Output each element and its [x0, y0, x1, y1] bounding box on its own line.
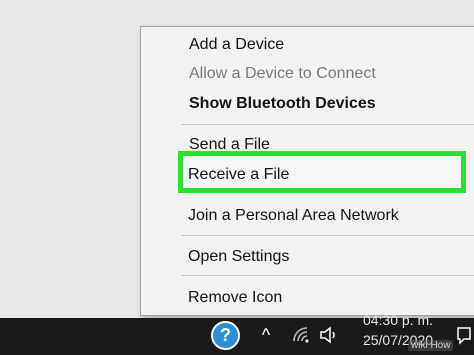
menu-item-join-personal-area-network[interactable]: Join a Personal Area Network: [188, 206, 399, 226]
clock-time: 04:30 p. m.: [362, 312, 434, 328]
menu-item-show-bluetooth-devices[interactable]: Show Bluetooth Devices: [189, 94, 376, 114]
taskbar: ? ^ 04:30 p. m. 25/07/2020: [0, 312, 474, 355]
menu-separator: [181, 235, 474, 236]
notification-icon[interactable]: [456, 324, 472, 346]
receive-file-highlight[interactable]: Receive a File: [178, 151, 466, 193]
speaker-icon[interactable]: [318, 322, 340, 348]
menu-item-allow-device-to-connect: Allow a Device to Connect: [189, 65, 376, 82]
menu-item-open-settings[interactable]: Open Settings: [188, 247, 289, 267]
wifi-icon[interactable]: [292, 326, 310, 344]
menu-item-add-device[interactable]: Add a Device: [189, 35, 284, 55]
menu-item-receive-file[interactable]: Receive a File: [188, 165, 289, 185]
wikihow-watermark: wiki How: [408, 340, 454, 351]
menu-item-remove-icon[interactable]: Remove Icon: [188, 288, 282, 308]
bluetooth-help-icon[interactable]: ?: [211, 321, 240, 350]
chevron-up-icon[interactable]: ^: [256, 322, 276, 348]
menu-separator: [181, 275, 474, 276]
menu-separator: [181, 124, 474, 125]
